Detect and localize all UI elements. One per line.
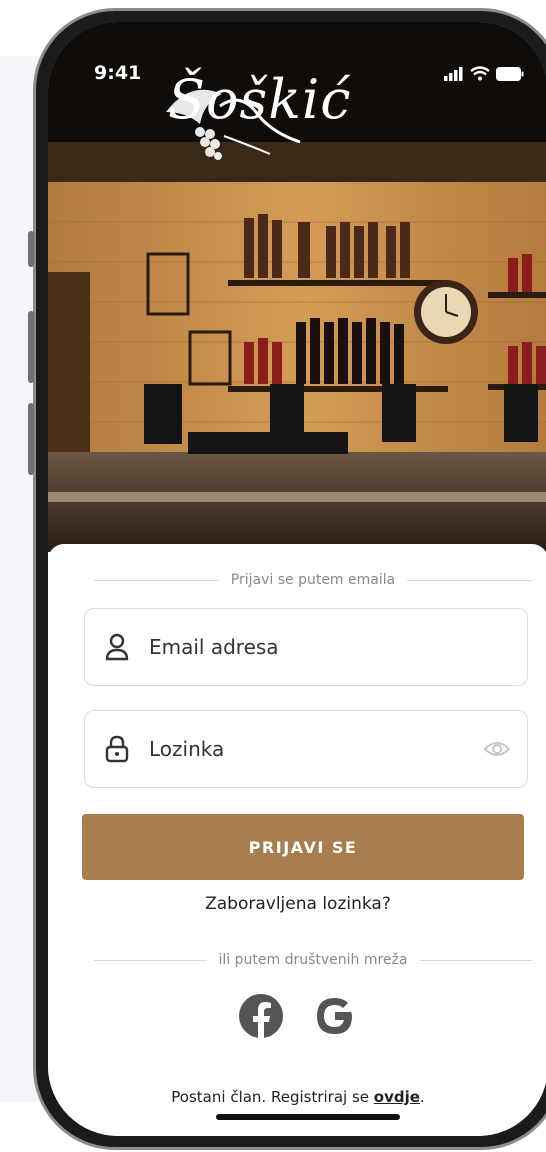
google-icon[interactable]: [311, 992, 359, 1040]
divider-line: [94, 579, 219, 581]
lock-icon: [85, 735, 149, 763]
register-prefix: Postani član. Registriraj se: [171, 1088, 374, 1106]
social-buttons: [48, 992, 546, 1040]
phone-screen: 9:41 Šoškić Prijavi se putem emaila Emai…: [48, 22, 546, 1136]
register-link[interactable]: ovdje: [374, 1088, 420, 1106]
wifi-icon: [470, 66, 490, 81]
brand-logo: Šoškić: [168, 68, 352, 131]
email-divider-label: Prijavi se putem emaila: [230, 572, 396, 588]
divider-line: [419, 959, 533, 961]
status-bar: 9:41: [48, 22, 546, 84]
register-prompt: Postani član. Registriraj se ovdje.: [48, 1088, 546, 1106]
eye-icon[interactable]: [467, 740, 527, 758]
user-icon: [85, 633, 149, 661]
social-divider-label: ili putem društvenih mreža: [218, 952, 408, 968]
phone-frame: 9:41 Šoškić Prijavi se putem emaila Emai…: [28, 8, 546, 1150]
home-indicator[interactable]: [216, 1114, 400, 1120]
facebook-icon[interactable]: [237, 992, 285, 1040]
battery-icon: [496, 66, 524, 81]
volume-down-button: [28, 403, 34, 475]
mute-switch: [28, 231, 34, 267]
email-field[interactable]: [84, 608, 528, 686]
divider-line: [94, 959, 207, 961]
password-field[interactable]: [84, 710, 528, 788]
volume-up-button: [28, 311, 34, 383]
login-sheet: Prijavi se putem emaila Email adresa PRI…: [48, 544, 546, 1136]
social-divider: ili putem društvenih mreža: [94, 952, 533, 968]
login-button[interactable]: PRIJAVI SE: [82, 814, 524, 880]
email-input[interactable]: [149, 635, 527, 659]
forgot-password-link[interactable]: Zaboravljena lozinka?: [48, 894, 546, 914]
register-suffix: .: [419, 1088, 425, 1106]
status-time: 9:41: [94, 62, 142, 84]
password-input[interactable]: [149, 737, 467, 761]
email-divider: Prijavi se putem emaila: [94, 572, 532, 588]
divider-line: [407, 579, 532, 581]
